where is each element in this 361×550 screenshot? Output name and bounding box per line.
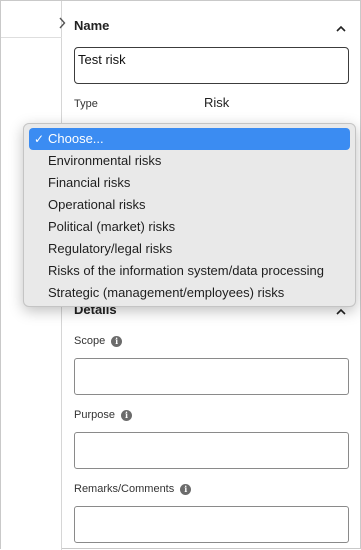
type-dropdown-menu[interactable]: ✓ Choose... Environmental risks Financia…	[23, 123, 356, 307]
dropdown-item-label: Regulatory/legal risks	[48, 241, 173, 256]
dropdown-item-label: Risks of the information system/data pro…	[48, 263, 325, 278]
dropdown-item-label: Strategic (management/employees) risks	[48, 285, 285, 300]
scope-field[interactable]	[74, 358, 349, 395]
dropdown-item[interactable]: Environmental risks	[29, 150, 350, 172]
chevron-up-icon[interactable]	[335, 22, 347, 34]
dropdown-item[interactable]: Regulatory/legal risks	[29, 238, 350, 260]
purpose-field[interactable]	[74, 432, 349, 469]
dropdown-item[interactable]: Strategic (management/employees) risks	[29, 282, 350, 304]
dropdown-item[interactable]: Political (market) risks	[29, 216, 350, 238]
dropdown-item-choose[interactable]: ✓ Choose...	[29, 128, 350, 150]
dropdown-item[interactable]: Operational risks	[29, 194, 350, 216]
name-input[interactable]: Test risk	[74, 47, 349, 84]
divider	[1, 37, 62, 38]
remarks-field[interactable]	[74, 506, 349, 543]
remarks-label-text: Remarks/Comments	[74, 483, 175, 495]
dropdown-item-label: Political (market) risks	[48, 219, 176, 234]
type-label: Type	[74, 98, 98, 110]
dropdown-item-label: Financial risks	[48, 175, 131, 190]
checkmark-icon: ✓	[33, 132, 45, 146]
info-icon[interactable]: i	[180, 483, 192, 495]
dropdown-item[interactable]: Financial risks	[29, 172, 350, 194]
section-title-name: Name	[74, 18, 110, 33]
dropdown-item-label: Choose...	[48, 131, 104, 146]
dropdown-item-label: Environmental risks	[48, 153, 162, 168]
info-icon[interactable]: i	[120, 409, 132, 421]
info-icon[interactable]: i	[111, 335, 123, 347]
purpose-label-text: Purpose	[74, 409, 115, 421]
purpose-label: Purpose i	[74, 409, 132, 421]
type-value: Risk	[204, 95, 230, 110]
window-frame: Name Test risk Type Risk Details Scope i…	[0, 0, 361, 550]
dropdown-item-label: Operational risks	[48, 197, 146, 212]
scope-label: Scope i	[74, 335, 123, 347]
scope-label-text: Scope	[74, 335, 106, 347]
remarks-label: Remarks/Comments i	[74, 483, 192, 495]
dropdown-item[interactable]: Risks of the information system/data pro…	[29, 260, 350, 282]
